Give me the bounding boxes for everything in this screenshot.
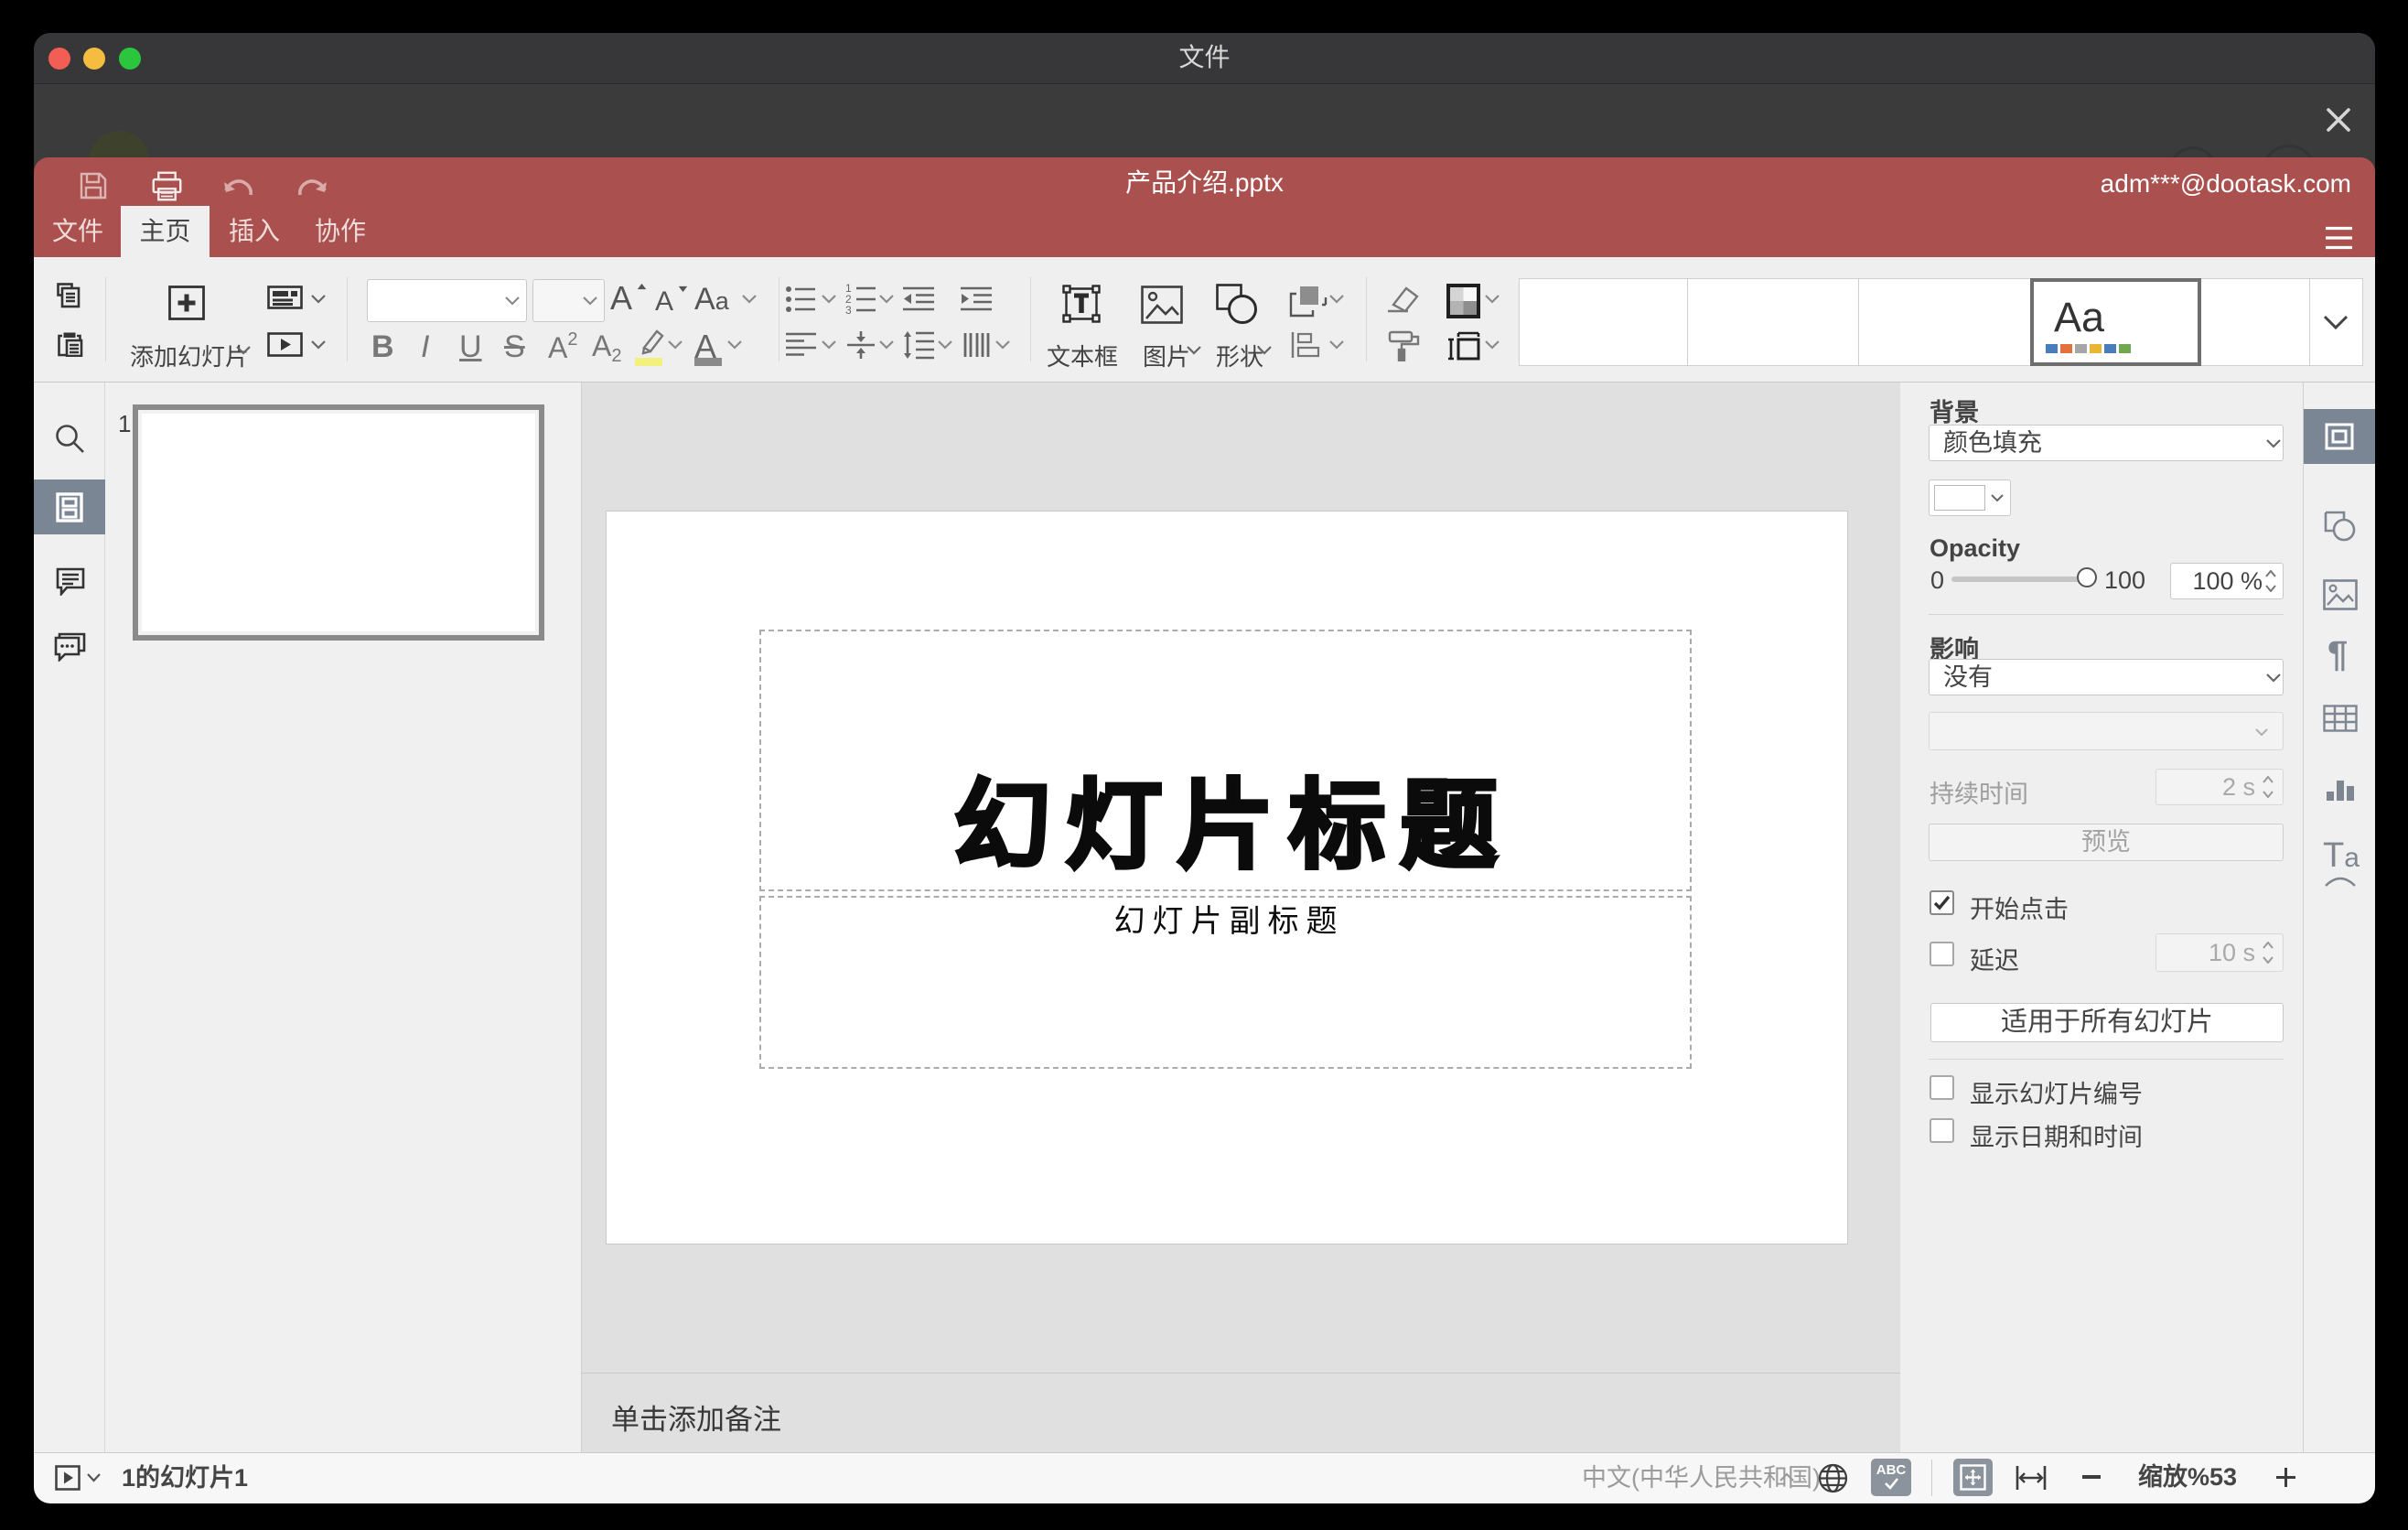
svg-text:3: 3 — [845, 304, 852, 315]
